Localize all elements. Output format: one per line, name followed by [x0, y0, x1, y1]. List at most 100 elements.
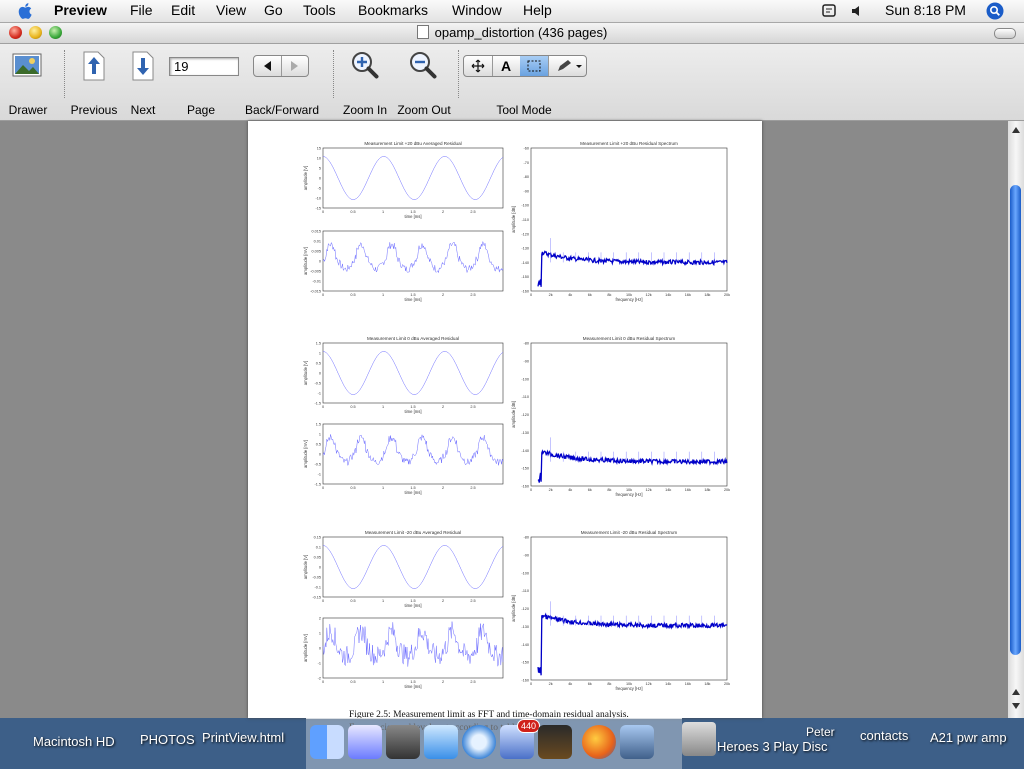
window-title: opamp_distortion (436 pages) — [0, 25, 1024, 40]
y-tick-label: 0 — [319, 566, 321, 570]
scroll-down-icon[interactable] — [1010, 701, 1022, 711]
desktop-item-a21-pwr-amp[interactable]: A21 pwr amp — [930, 730, 1007, 745]
y-tick-label: 1 — [319, 352, 321, 356]
y-tick-label: 0 — [319, 372, 321, 376]
y-tick-label: -150 — [521, 275, 529, 279]
printer-icon[interactable] — [386, 725, 420, 759]
apple-menu-icon[interactable] — [16, 1, 36, 21]
zoom-in-icon — [352, 52, 379, 79]
x-tick-label: 8k — [607, 293, 611, 297]
menu-clock[interactable]: Sun 8:18 PM — [885, 2, 966, 18]
y-tick-label: -0.005 — [310, 270, 321, 274]
desktop-item-heroes-disc[interactable]: Heroes 3 Play Disc — [717, 739, 828, 754]
move-tool-button[interactable] — [464, 56, 493, 76]
desktop-item-contacts[interactable]: contacts — [860, 728, 908, 743]
plot-ylabel: amplitude [V] — [303, 361, 308, 385]
vertical-scrollbar[interactable] — [1008, 121, 1024, 718]
plot-frame — [322, 230, 504, 292]
firefox-icon[interactable] — [582, 725, 616, 759]
y-tick-label: -140 — [521, 261, 529, 265]
desktop-item-printview[interactable]: PrintView.html — [202, 730, 284, 745]
zoom-in-button[interactable] — [350, 50, 380, 82]
plot-frame — [322, 342, 504, 404]
plot-ylabel: amplitude [dB] — [511, 595, 516, 622]
y-tick-label: 0 — [319, 453, 321, 457]
y-tick-label: -0.1 — [314, 586, 321, 590]
menu-go[interactable]: Go — [264, 2, 283, 18]
x-tick-label: 2.5 — [470, 405, 475, 409]
menu-view[interactable]: View — [216, 2, 246, 18]
volume-icon[interactable] — [850, 4, 864, 18]
x-tick-label: 2.5 — [470, 210, 475, 214]
x-tick-label: 2.5 — [470, 293, 475, 297]
drawer-button[interactable] — [12, 52, 44, 80]
x-tick-label: 6k — [588, 682, 592, 686]
plot-title: Measurement Limit -20 dBu Averaged Resid… — [365, 530, 461, 535]
plot-frame — [322, 536, 504, 598]
x-tick-label: 14k — [665, 293, 671, 297]
x-tick-label: 8k — [607, 682, 611, 686]
menu-file[interactable]: File — [130, 2, 153, 18]
menu-app-preview[interactable]: Preview — [54, 2, 107, 18]
x-tick-label: 20k — [724, 293, 730, 297]
y-tick-label: -90 — [524, 189, 530, 193]
preview-icon[interactable] — [620, 725, 654, 759]
y-tick-label: 5 — [319, 167, 321, 171]
x-tick-label: 0 — [322, 405, 324, 409]
scrollbar-thumb[interactable] — [1010, 185, 1021, 655]
desktop-item-photos[interactable]: PHOTOS — [140, 732, 195, 747]
back-button[interactable] — [254, 56, 282, 76]
plot-ylabel: amplitude [V] — [303, 555, 308, 579]
x-tick-label: 1 — [382, 210, 384, 214]
toolbar-toggle-button[interactable] — [994, 28, 1016, 39]
menu-window[interactable]: Window — [452, 2, 502, 18]
forward-button[interactable] — [281, 56, 308, 76]
menu-edit[interactable]: Edit — [171, 2, 195, 18]
text-tool-button[interactable]: A — [492, 56, 521, 76]
menu-help[interactable]: Help — [523, 2, 552, 18]
drawer-icon — [12, 53, 42, 77]
y-tick-label: -0.5 — [314, 463, 321, 467]
annotate-tool-button[interactable] — [548, 56, 586, 76]
x-tick-label: 16k — [685, 682, 691, 686]
next-label: Next — [130, 103, 156, 117]
previous-button[interactable] — [82, 50, 106, 82]
finder-icon[interactable] — [310, 725, 344, 759]
input-menu-icon[interactable] — [821, 3, 839, 19]
x-tick-label: 0 — [322, 210, 324, 214]
y-tick-label: -130 — [521, 431, 529, 435]
x-tick-label: 1 — [382, 293, 384, 297]
select-tool-button[interactable] — [520, 56, 549, 76]
plot-ylabel: amplitude [dB] — [511, 206, 516, 233]
activity-icon[interactable] — [538, 725, 572, 759]
safari-icon[interactable] — [462, 725, 496, 759]
title-bar[interactable]: opamp_distortion (436 pages) — [0, 23, 1024, 44]
toolbar-separator — [333, 50, 334, 98]
x-tick-label: 10k — [626, 293, 632, 297]
plot-frame — [322, 147, 504, 209]
mail-icon[interactable]: 440 — [500, 719, 540, 759]
menu-bookmarks[interactable]: Bookmarks — [358, 2, 428, 18]
scroll-up-icon[interactable] — [1010, 125, 1022, 135]
zoom-out-button[interactable] — [408, 50, 438, 82]
menu-tools[interactable]: Tools — [303, 2, 336, 18]
trash-icon[interactable] — [682, 722, 716, 756]
utility-icon[interactable] — [424, 725, 458, 759]
x-tick-label: 20k — [724, 488, 730, 492]
x-tick-label: 8k — [607, 488, 611, 492]
scroll-up-icon[interactable] — [1010, 687, 1022, 697]
y-tick-label: 0 — [319, 647, 321, 651]
next-button[interactable] — [131, 50, 155, 82]
spotlight-icon[interactable] — [986, 2, 1004, 20]
word-icon[interactable] — [348, 725, 382, 759]
x-tick-label: 1 — [382, 599, 384, 603]
y-tick-label: 0.015 — [311, 230, 321, 234]
y-tick-label: -1 — [318, 662, 321, 666]
desktop-item-peter[interactable]: Peter — [806, 725, 835, 739]
x-tick-label: 1.5 — [410, 680, 415, 684]
document-view[interactable]: Measurement Limit +20 dBu Averaged Resid… — [0, 121, 1008, 733]
desktop-item-macintosh-hd[interactable]: Macintosh HD — [33, 734, 115, 749]
pdf-page: Measurement Limit +20 dBu Averaged Resid… — [248, 121, 762, 733]
plot-xlabel: time [ms] — [405, 297, 422, 302]
page-number-input[interactable] — [169, 57, 239, 76]
